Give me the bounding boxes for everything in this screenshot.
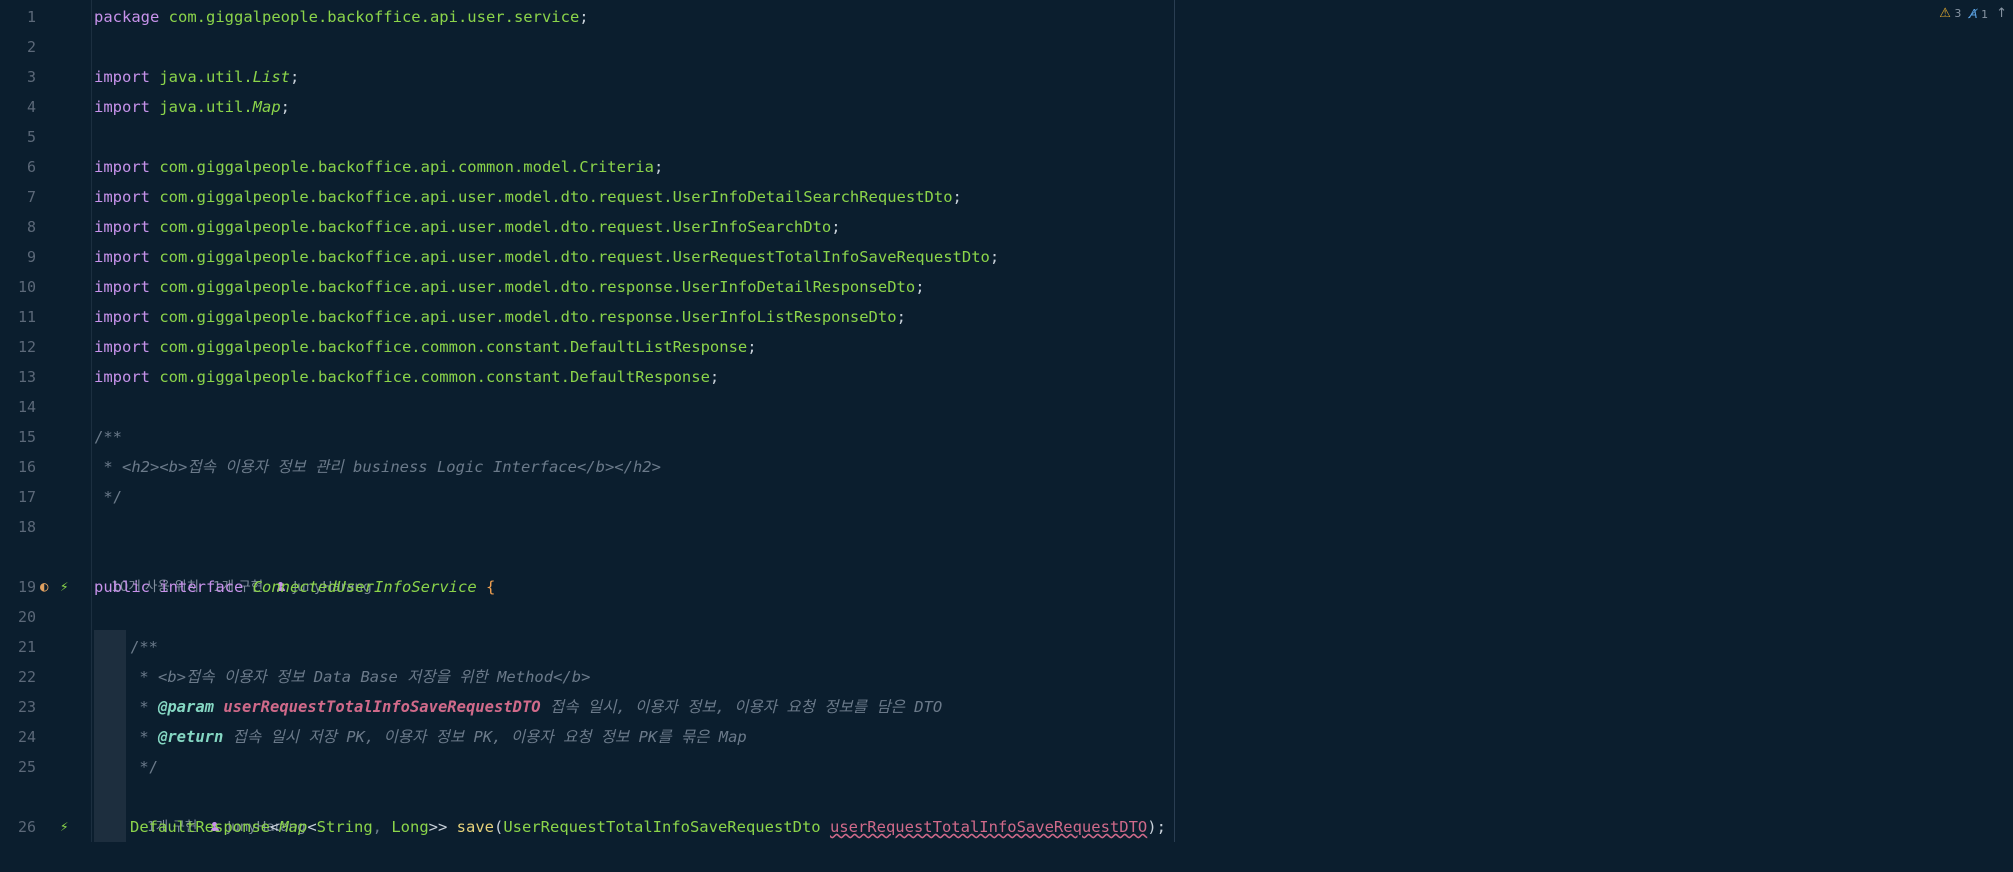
gutter-divider [91, 0, 92, 842]
code-line[interactable]: DefaultResponse<Map<String, Long>> save(… [130, 812, 1166, 842]
run-icon[interactable]: ⚡ [60, 572, 68, 602]
code-line[interactable]: import com.giggalpeople.backoffice.api.c… [94, 152, 663, 182]
typo-indicator[interactable]: A̸ 1 [1969, 4, 1988, 25]
line-number: 13 [17, 368, 36, 386]
code-line[interactable]: import com.giggalpeople.backoffice.commo… [94, 332, 757, 362]
line-number: 21 [17, 638, 36, 656]
line-number: 7 [26, 188, 36, 206]
code-line[interactable]: import com.giggalpeople.backoffice.commo… [94, 362, 719, 392]
line-number: 10 [17, 278, 36, 296]
line-number: 4 [26, 98, 36, 116]
implemented-icon[interactable]: ◐ [40, 572, 48, 602]
code-line[interactable]: /** [94, 422, 122, 452]
code-line[interactable]: * <b>접속 이용자 정보 Data Base 저장을 위한 Method</… [130, 662, 590, 692]
code-line[interactable]: import com.giggalpeople.backoffice.api.u… [94, 302, 906, 332]
line-number: 15 [17, 428, 36, 446]
line-number-gutter: 1 2 3 4 5 6 7 8 9 10 11 12 13 14 15 16 1… [0, 0, 92, 842]
line-number: 24 [17, 728, 36, 746]
line-number: 14 [17, 398, 36, 416]
code-line[interactable]: * @return 접속 일시 저장 PK, 이용자 정보 PK, 이용자 요청… [130, 722, 746, 752]
typo-icon: A̸ [1969, 6, 1978, 21]
line-number: 12 [17, 338, 36, 356]
line-number: 2 [26, 38, 36, 56]
code-vision-method: 1개 구현 JunyHarang [130, 782, 334, 835]
line-number: 11 [17, 308, 36, 326]
line-number: 1 [26, 8, 36, 26]
line-number: 26 [17, 818, 36, 836]
inspection-status[interactable]: ⚠ 3 A̸ 1 ↑ [1939, 4, 2007, 24]
line-number: 6 [26, 158, 36, 176]
code-line[interactable]: */ [130, 752, 158, 782]
doc-comment-block [94, 630, 126, 842]
line-number: 19 [17, 578, 36, 596]
right-margin-guide [1174, 0, 1175, 842]
line-number: 20 [17, 608, 36, 626]
warning-indicator[interactable]: ⚠ 3 [1939, 4, 1961, 24]
code-line[interactable]: public interface ConnectedUserInfoServic… [94, 572, 495, 602]
warning-icon: ⚠ [1939, 6, 1951, 21]
code-line[interactable]: /** [130, 632, 158, 662]
line-number: 17 [17, 488, 36, 506]
code-line[interactable]: import com.giggalpeople.backoffice.api.u… [94, 272, 925, 302]
code-line[interactable]: * <h2><b>접속 이용자 정보 관리 business Logic Int… [94, 452, 661, 482]
code-line[interactable]: import java.util.Map; [94, 92, 290, 122]
line-number: 9 [26, 248, 36, 266]
code-line[interactable]: import java.util.List; [94, 62, 299, 92]
code-line[interactable]: package com.giggalpeople.backoffice.api.… [94, 2, 589, 32]
code-line[interactable]: import com.giggalpeople.backoffice.api.u… [94, 242, 999, 272]
code-line[interactable]: import com.giggalpeople.backoffice.api.u… [94, 212, 841, 242]
code-line[interactable]: */ [94, 482, 122, 512]
code-line[interactable]: import com.giggalpeople.backoffice.api.u… [94, 182, 962, 212]
line-number: 23 [17, 698, 36, 716]
code-editor[interactable]: 1 2 3 4 5 6 7 8 9 10 11 12 13 14 15 16 1… [0, 0, 2013, 842]
line-number: 16 [17, 458, 36, 476]
line-number: 8 [26, 218, 36, 236]
run-icon[interactable]: ⚡ [60, 812, 68, 842]
code-line[interactable]: * @param userRequestTotalInfoSaveRequest… [130, 692, 942, 722]
line-number: 5 [26, 128, 36, 146]
line-number: 25 [17, 758, 36, 776]
line-number: 18 [17, 518, 36, 536]
code-vision-class: 10개 사용 위치 1개 구현 JunyHarang [94, 542, 400, 595]
arrow-up-icon[interactable]: ↑ [1996, 4, 2007, 24]
line-number: 22 [17, 668, 36, 686]
line-number: 3 [26, 68, 36, 86]
